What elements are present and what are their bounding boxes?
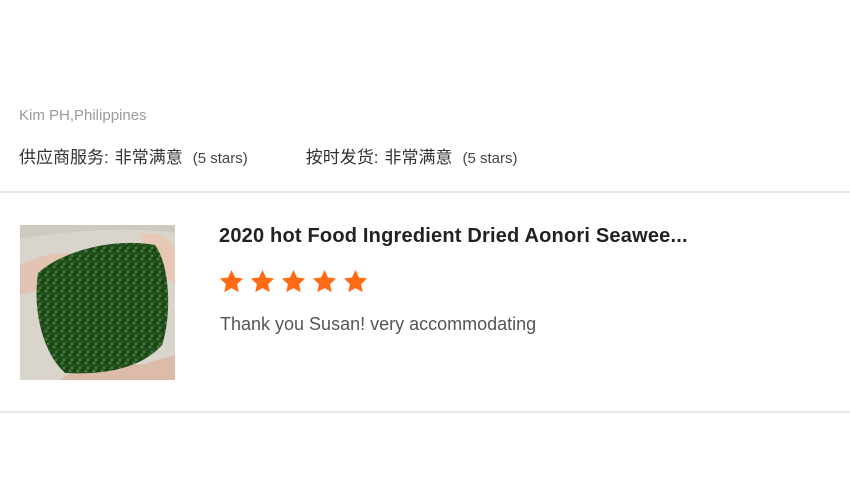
supplier-review-summary: Kim PH,Philippines 供应商服务: 非常满意 (5 stars)…: [0, 0, 850, 192]
rating-label: 供应商服务:: [19, 148, 109, 167]
rating-label: 按时发货:: [305, 148, 379, 167]
rating-note: (5 stars): [462, 150, 518, 167]
rating-supplier-service: 供应商服务: 非常满意 (5 stars): [19, 143, 248, 168]
ratings-row: 供应商服务: 非常满意 (5 stars) 按时发货: 非常满意 (5 star…: [19, 143, 518, 168]
star-icon: [219, 270, 244, 293]
star-icon: [281, 270, 306, 293]
seaweed-in-hand-image: [20, 225, 175, 380]
rating-value: 非常满意: [384, 148, 453, 167]
star-icon: [343, 270, 368, 293]
reviewer-name-location: Kim PH,Philippines: [19, 107, 147, 124]
divider: [0, 191, 850, 193]
product-title-link[interactable]: 2020 hot Food Ingredient Dried Aonori Se…: [219, 225, 688, 248]
divider: [0, 411, 850, 413]
review-comment: Thank you Susan! very accommodating: [220, 314, 537, 334]
rating-note: (5 stars): [192, 150, 248, 167]
star-icon: [312, 270, 337, 293]
product-thumbnail[interactable]: [20, 225, 175, 380]
rating-value: 非常满意: [114, 148, 183, 167]
rating-on-time-delivery: 按时发货: 非常满意 (5 stars): [306, 143, 518, 168]
star-rating: [218, 268, 373, 295]
star-icon: [250, 270, 275, 293]
